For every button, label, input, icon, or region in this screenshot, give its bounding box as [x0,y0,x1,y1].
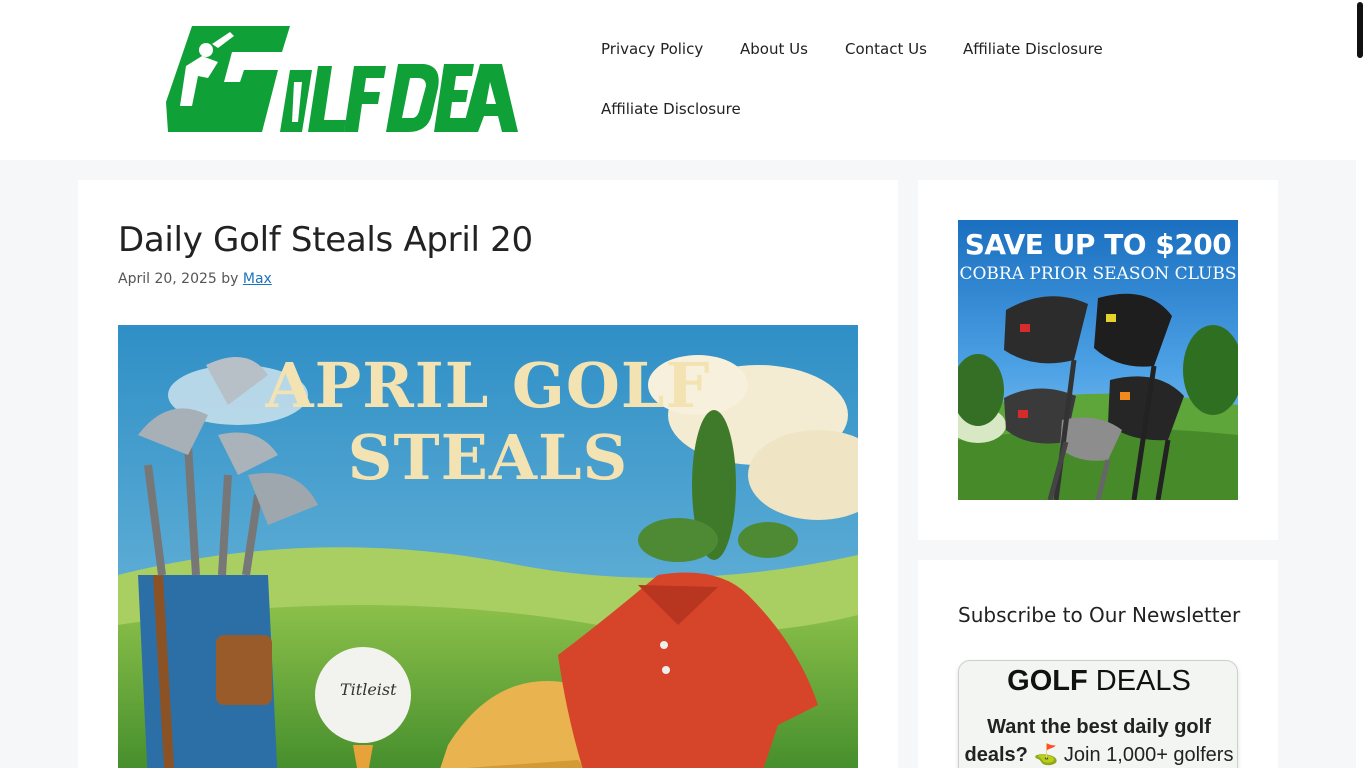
newsletter-widget: Subscribe to Our Newsletter GOLF DEALS W… [918,560,1278,768]
featured-image[interactable]: APRIL GOLF STEALS Titleist [118,325,858,768]
sidebar-ad-widget: SAVE UP TO $200 COBRA PRIOR SEASON CLUBS [918,180,1278,540]
scrollbar-thumb[interactable] [1357,2,1363,58]
entry-meta: April 20, 2025 by Max [118,271,272,287]
newsletter-signup-card[interactable]: GOLF DEALS Want the best daily golf deal… [958,660,1238,768]
site-header: Privacy Policy About Us Contact Us Affil… [0,0,1356,160]
ad-subline: COBRA PRIOR SEASON CLUBS [959,264,1237,284]
ball-brand-text: Titleist [340,680,397,699]
page-title: Daily Golf Steals April 20 [118,220,533,260]
nav-affiliate-disclosure[interactable]: Affiliate Disclosure [963,40,1103,58]
newsletter-title: Subscribe to Our Newsletter [958,603,1241,627]
nav-affiliate-disclosure-2[interactable]: Affiliate Disclosure [601,100,741,118]
newsletter-pitch-rest: Join 1,000+ golfers [1058,744,1234,766]
newsletter-pitch: Want the best daily golf deals? ⛳ Join 1… [963,713,1235,768]
golf-flag-icon: ⛳ [1033,744,1059,766]
newsletter-brand-bold: GOLF [1007,665,1088,697]
cobra-ad-banner[interactable]: SAVE UP TO $200 COBRA PRIOR SEASON CLUBS [958,220,1238,500]
nav-contact-us[interactable]: Contact Us [845,40,927,58]
image-headline-line2: STEALS [347,421,629,494]
ad-headline: SAVE UP TO $200 [964,228,1232,261]
site-logo[interactable] [162,22,518,136]
byline-by: by [221,271,239,287]
author-link[interactable]: Max [243,271,272,287]
golf-deals-logo-icon [166,26,518,132]
post-date: April 20, 2025 [118,271,217,287]
scrollbar-track[interactable] [1356,0,1366,768]
newsletter-brand: GOLF DEALS [959,665,1237,698]
article: Daily Golf Steals April 20 April 20, 202… [78,180,898,768]
nav-about-us[interactable]: About Us [740,40,808,58]
cobra-clubs-ad-image [958,220,1238,500]
newsletter-brand-rest: DEALS [1087,665,1191,697]
nav-privacy-policy[interactable]: Privacy Policy [601,40,703,58]
image-headline-line1: APRIL GOLF [265,349,711,422]
